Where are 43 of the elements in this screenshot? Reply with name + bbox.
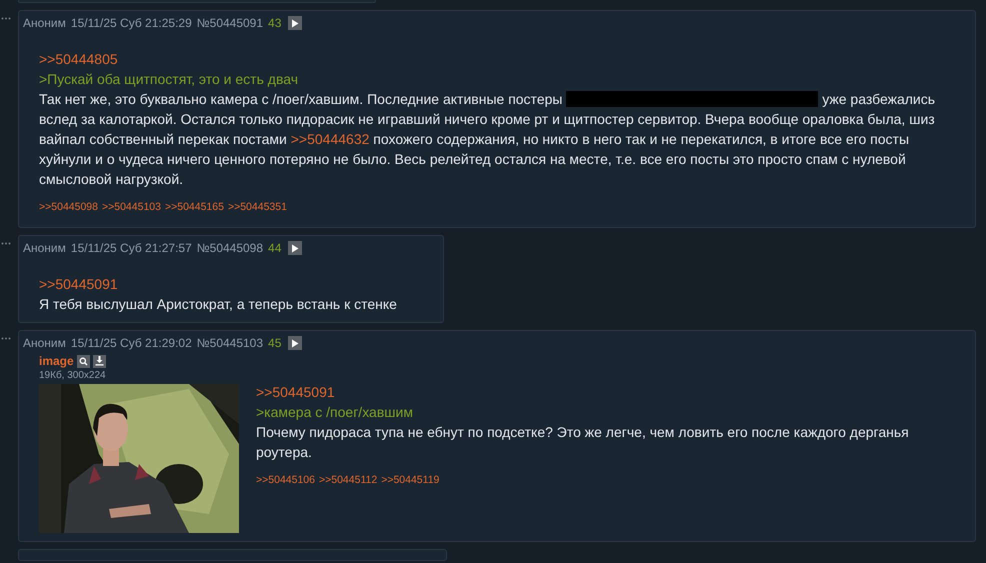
quote-text: >камера с /поег/хавшим (256, 403, 414, 422)
reply-link[interactable]: >>50445091 (256, 382, 335, 402)
play-button[interactable] (288, 16, 302, 30)
dots-icon[interactable] (1, 337, 11, 340)
backlink[interactable]: >>50445119 (381, 474, 440, 486)
play-icon (291, 338, 300, 348)
play-icon (291, 18, 300, 28)
post-number[interactable]: №50445103 (196, 336, 264, 350)
backlink[interactable]: >>50445106 (256, 474, 315, 486)
reply-link[interactable]: >>50444632 (290, 131, 370, 147)
search-icon (78, 356, 88, 366)
backlink[interactable]: >>50445112 (318, 474, 378, 486)
quote-text: >Пускай оба щитпостят, это и есть двач (39, 70, 299, 89)
post-number[interactable]: №50445091 (196, 16, 264, 30)
play-button[interactable] (288, 336, 302, 350)
backlink[interactable]: >>50445351 (228, 201, 287, 213)
backlink[interactable]: >>50445165 (164, 201, 224, 213)
backlink[interactable]: >>50445098 (39, 201, 98, 213)
post-number[interactable]: №50445098 (196, 241, 264, 255)
file-link[interactable]: image (39, 354, 74, 368)
dots-icon[interactable] (1, 242, 11, 245)
search-button[interactable] (76, 354, 90, 368)
post-date: 15/11/25 Суб 21:29:02 (70, 336, 192, 350)
post-count: 45 (268, 336, 282, 350)
post-count: 43 (268, 16, 282, 30)
author-name: Аноним (23, 16, 66, 30)
post-date: 15/11/25 Суб 21:25:29 (70, 16, 192, 30)
backlink[interactable]: >>50445103 (102, 201, 161, 213)
download-button[interactable] (92, 354, 106, 368)
post-text: Почему пидораса тупа не ебнут по подсетке? Это же легче, чем ловить его после каждого дерганья роутера. (256, 423, 910, 462)
post-date: 15/11/25 Суб 21:27:57 (70, 241, 192, 255)
post-text: Я тебя выслушал Аристократ, а теперь встань к стенке (39, 295, 398, 314)
post-count: 44 (268, 241, 282, 255)
download-icon (94, 356, 104, 366)
author-name: Аноним (23, 241, 66, 255)
reply-link[interactable]: >>50444805 (39, 49, 118, 69)
play-icon (291, 244, 300, 252)
play-button[interactable] (288, 241, 302, 255)
post-text: Так нет же, это буквально камера с /поег/хавшим. Последние активные постеры уже разбежались вслед за калотаркой. Остался только пидорасик не игравший ничего кроме рт и щитпостер сервитор. Вчера вообще ораловка была, шиз вайпал собственный перекак постами >>50444632 похожего содержания, но никто в него так и не перекатился, в итоге все его посты хуйнули и о чудеса ничего ценного потеряно не было. Весь релейтед остался на месте, т.е. все его посты это просто спам с нулевой смысловой нагрузкой. (39, 90, 936, 189)
dots-icon[interactable] (1, 17, 11, 20)
author-name: Аноним (23, 336, 66, 350)
reply-link[interactable]: >>50445091 (39, 274, 118, 294)
file-info: 19Кб, 300x224 (39, 369, 107, 383)
